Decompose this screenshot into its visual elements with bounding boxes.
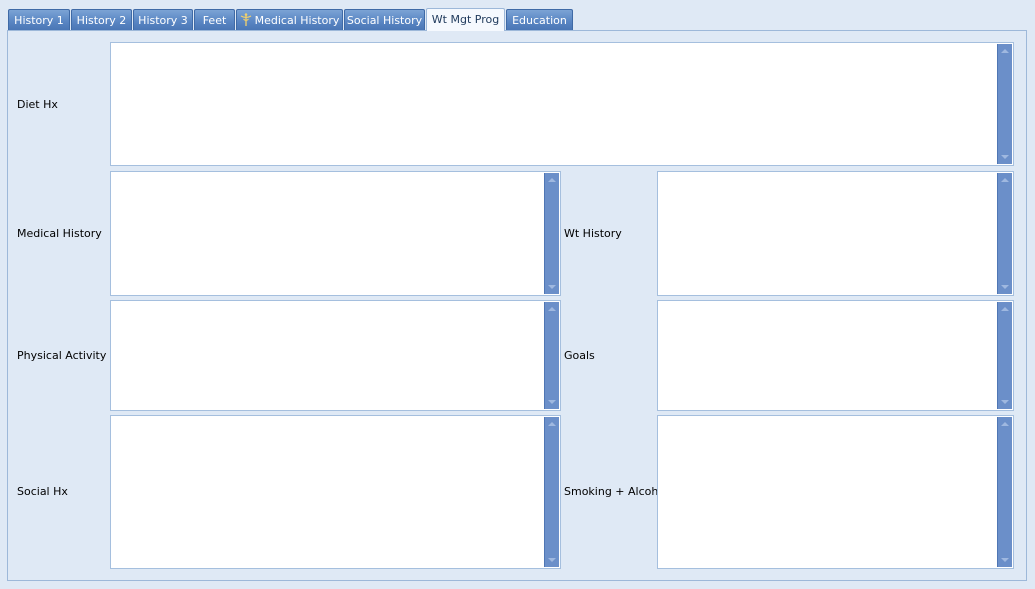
scroll-up-icon[interactable] bbox=[1001, 422, 1009, 426]
tab-label: Social History bbox=[346, 14, 423, 27]
medical-history-input[interactable] bbox=[111, 172, 543, 295]
tab-label: Wt Mgt Prog bbox=[431, 13, 500, 26]
smoking-alcohol-input[interactable] bbox=[658, 416, 996, 568]
goals-memo bbox=[657, 300, 1014, 411]
scroll-up-icon[interactable] bbox=[548, 307, 556, 311]
wt-history-input[interactable] bbox=[658, 172, 996, 295]
tab-medical-history[interactable]: Medical History bbox=[236, 9, 343, 30]
scroll-up-icon[interactable] bbox=[1001, 49, 1009, 53]
scroll-down-icon[interactable] bbox=[1001, 558, 1009, 562]
tab-feet[interactable]: Feet bbox=[194, 9, 235, 30]
scroll-down-icon[interactable] bbox=[548, 400, 556, 404]
medical-history-scrollbar[interactable] bbox=[544, 173, 559, 294]
wt-history-label: Wt History bbox=[564, 227, 622, 240]
scroll-up-icon[interactable] bbox=[548, 422, 556, 426]
tab-history-2[interactable]: History 2 bbox=[71, 9, 132, 30]
smoking-alcohol-label: Smoking + Alcohol bbox=[564, 485, 669, 498]
diet-hx-memo bbox=[110, 42, 1014, 166]
scroll-down-icon[interactable] bbox=[1001, 285, 1009, 289]
diet-hx-label: Diet Hx bbox=[17, 98, 58, 111]
scroll-down-icon[interactable] bbox=[1001, 155, 1009, 159]
medical-history-memo bbox=[110, 171, 561, 296]
social-hx-memo bbox=[110, 415, 561, 569]
goals-input[interactable] bbox=[658, 301, 996, 410]
scroll-down-icon[interactable] bbox=[1001, 400, 1009, 404]
scroll-up-icon[interactable] bbox=[1001, 307, 1009, 311]
tab-label: Medical History bbox=[254, 14, 340, 27]
tab-label: Education bbox=[512, 14, 567, 27]
tab-education[interactable]: Education bbox=[506, 9, 573, 30]
tab-history-1[interactable]: History 1 bbox=[8, 9, 70, 30]
social-hx-scrollbar[interactable] bbox=[544, 417, 559, 567]
tab-label: History 2 bbox=[76, 14, 127, 27]
scroll-up-icon[interactable] bbox=[1001, 178, 1009, 182]
social-hx-label: Social Hx bbox=[17, 485, 68, 498]
tab-label: Feet bbox=[202, 14, 227, 27]
caduceus-icon bbox=[240, 12, 252, 26]
physical-activity-label: Physical Activity bbox=[17, 349, 107, 362]
physical-activity-memo bbox=[110, 300, 561, 411]
goals-label: Goals bbox=[564, 349, 595, 362]
wt-history-memo bbox=[657, 171, 1014, 296]
tab-social-history[interactable]: Social History bbox=[344, 9, 425, 30]
scroll-down-icon[interactable] bbox=[548, 285, 556, 289]
smoking-alcohol-scrollbar[interactable] bbox=[997, 417, 1012, 567]
scroll-down-icon[interactable] bbox=[548, 558, 556, 562]
wt-history-scrollbar[interactable] bbox=[997, 173, 1012, 294]
tab-history-3[interactable]: History 3 bbox=[133, 9, 193, 30]
tab-label: History 1 bbox=[14, 14, 64, 27]
diet-hx-input[interactable] bbox=[111, 43, 996, 165]
tab-label: History 3 bbox=[138, 14, 188, 27]
social-hx-input[interactable] bbox=[111, 416, 543, 568]
physical-activity-input[interactable] bbox=[111, 301, 543, 410]
scroll-up-icon[interactable] bbox=[548, 178, 556, 182]
smoking-alcohol-memo bbox=[657, 415, 1014, 569]
goals-scrollbar[interactable] bbox=[997, 302, 1012, 409]
tab-wt-mgt-prog[interactable]: Wt Mgt Prog bbox=[426, 8, 505, 31]
diet-hx-scrollbar[interactable] bbox=[997, 44, 1012, 164]
physical-activity-scrollbar[interactable] bbox=[544, 302, 559, 409]
medical-history-label: Medical History bbox=[17, 227, 102, 240]
